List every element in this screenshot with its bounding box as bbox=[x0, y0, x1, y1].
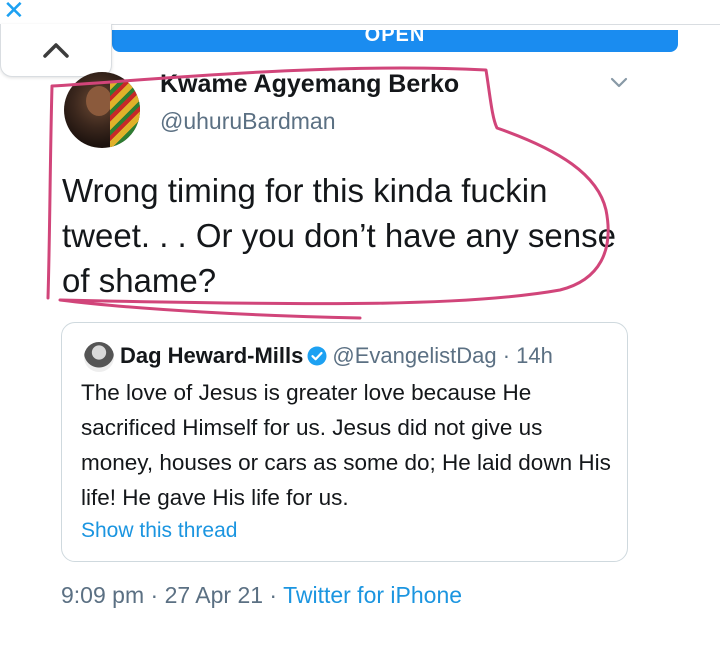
quoted-author-name: Dag Heward-Mills bbox=[120, 343, 304, 368]
tweet-date: 27 Apr 21 bbox=[164, 582, 264, 608]
quoted-tweet-header: Dag Heward-Mills @EvangelistDag · 14h bbox=[120, 343, 553, 369]
author-avatar[interactable] bbox=[64, 72, 140, 148]
quoted-tweet-age: 14h bbox=[516, 343, 553, 368]
verified-badge-icon bbox=[307, 346, 327, 366]
avatar-kente-cloth bbox=[110, 82, 140, 148]
quoted-author-handle: @EvangelistDag bbox=[332, 343, 497, 368]
tweet: Kwame Agyemang Berko @uhuruBardman Wrong… bbox=[0, 0, 720, 668]
tweet-source-link[interactable]: Twitter for iPhone bbox=[283, 582, 462, 608]
avatar-face bbox=[86, 86, 112, 116]
meta-separator: · bbox=[263, 582, 284, 608]
chevron-down-icon[interactable] bbox=[609, 76, 629, 90]
quoted-tweet-text: The love of Jesus is greater love becaus… bbox=[81, 380, 611, 510]
meta-separator: · bbox=[144, 582, 165, 608]
quoted-author-avatar bbox=[84, 342, 114, 372]
author-name[interactable]: Kwame Agyemang Berko bbox=[160, 70, 459, 99]
tweet-text: Wrong timing for this kinda fuckin tweet… bbox=[62, 172, 616, 299]
author-handle[interactable]: @uhuruBardman bbox=[160, 108, 336, 135]
tweet-meta: 9:09 pm · 27 Apr 21 · Twitter for iPhone bbox=[61, 582, 462, 609]
tweet-time: 9:09 pm bbox=[61, 582, 145, 608]
quoted-separator: · bbox=[496, 343, 517, 368]
quoted-tweet[interactable]: Dag Heward-Mills @EvangelistDag · 14h Th… bbox=[61, 322, 628, 562]
show-thread-link[interactable]: Show this thread bbox=[81, 519, 237, 543]
